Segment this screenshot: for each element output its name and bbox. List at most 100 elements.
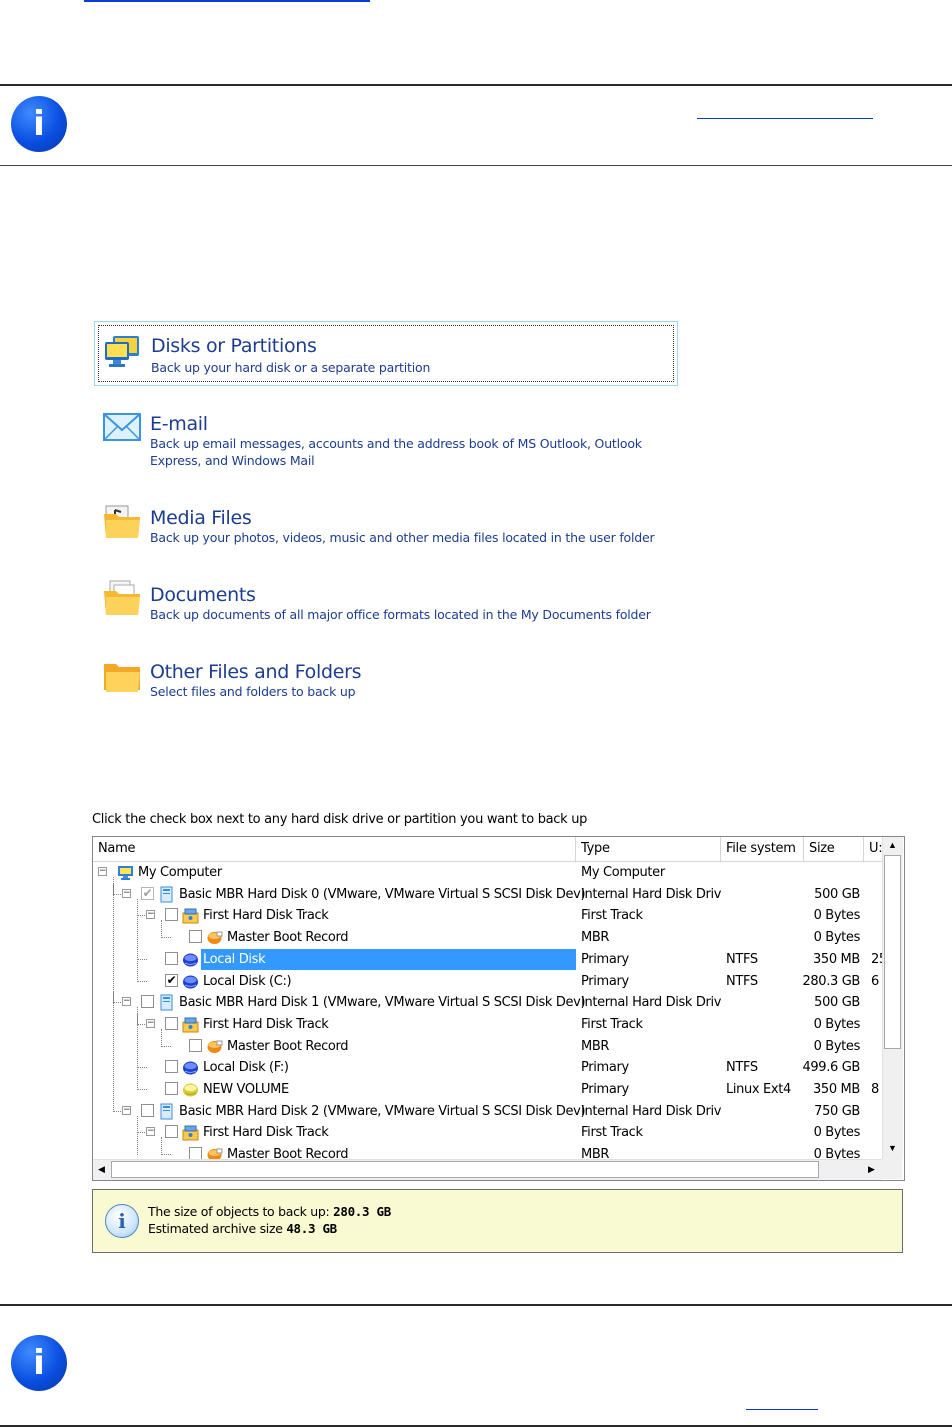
category-other-files-and-folders[interactable]: Other Files and Folders Select files and… bbox=[94, 646, 676, 706]
link-underline[interactable] bbox=[697, 118, 873, 119]
collapse-toggle-icon[interactable]: − bbox=[98, 867, 107, 876]
row-size: 750 GB bbox=[814, 1104, 860, 1119]
ntfs-partition-icon bbox=[182, 1059, 199, 1076]
horizontal-scrollbar[interactable]: ◀ ▶ bbox=[93, 1159, 882, 1180]
collapse-toggle-icon[interactable]: − bbox=[146, 1019, 155, 1028]
documents-folder-icon bbox=[104, 580, 140, 615]
row-name: First Hard Disk Track bbox=[203, 1125, 329, 1140]
collapse-toggle-icon[interactable]: − bbox=[146, 1127, 155, 1136]
tree-row[interactable]: Master Boot Record MBR 0 Bytes bbox=[93, 927, 883, 948]
tree-connector bbox=[137, 1007, 138, 1090]
row-checkbox[interactable] bbox=[165, 952, 178, 965]
column-header-size[interactable]: Size bbox=[804, 837, 864, 861]
category-documents[interactable]: Documents Back up documents of all major… bbox=[94, 569, 676, 629]
category-title: E-mail bbox=[150, 413, 208, 435]
monitor-icon bbox=[105, 336, 139, 367]
collapse-toggle-icon[interactable]: − bbox=[122, 889, 131, 898]
scrollbar-thumb[interactable] bbox=[111, 1161, 819, 1178]
row-type: Internal Hard Disk Drive bbox=[581, 1104, 721, 1119]
tree-row[interactable]: − Basic MBR Hard Disk 2 (VMware, VMware V… bbox=[93, 1101, 883, 1122]
ntfs-partition-icon bbox=[182, 973, 199, 990]
row-size: 0 Bytes bbox=[813, 1125, 860, 1140]
tree-caption: Click the check box next to any hard dis… bbox=[92, 812, 588, 827]
mbr-icon bbox=[206, 1038, 223, 1055]
row-checkbox[interactable] bbox=[189, 1039, 202, 1052]
category-description: Select files and folders to back up bbox=[150, 684, 356, 699]
row-type: Internal Hard Disk Drive bbox=[581, 995, 721, 1010]
scroll-up-arrow-icon[interactable]: ▲ bbox=[884, 837, 901, 854]
category-media-files[interactable]: Media Files Back up your photos, videos,… bbox=[94, 492, 676, 552]
row-size: 280.3 GB bbox=[802, 974, 860, 989]
row-type: Primary bbox=[581, 1082, 629, 1097]
scrollbar-thumb[interactable] bbox=[884, 855, 901, 1049]
link-underline[interactable] bbox=[746, 1409, 818, 1410]
track-icon bbox=[182, 1016, 199, 1033]
column-header-type[interactable]: Type bbox=[576, 837, 721, 861]
info-icon: i bbox=[105, 1204, 139, 1238]
vertical-scrollbar[interactable]: ▲ ▼ bbox=[882, 837, 903, 1159]
row-type: Primary bbox=[581, 952, 629, 967]
row-checkbox[interactable]: ✔ bbox=[141, 887, 154, 900]
row-checkbox[interactable] bbox=[189, 930, 202, 943]
tree-row[interactable]: ✔ Local Disk (C:) Primary NTFS 280.3 GB 6 bbox=[93, 971, 883, 992]
row-checkbox[interactable] bbox=[165, 1060, 178, 1073]
row-checkbox[interactable] bbox=[165, 908, 178, 921]
hard-disk-icon bbox=[158, 886, 175, 903]
category-title: Media Files bbox=[150, 507, 252, 529]
row-type: Primary bbox=[581, 1060, 629, 1075]
row-checkbox[interactable] bbox=[141, 995, 154, 1008]
backup-size-info-box: i The size of objects to back up: 280.3 … bbox=[92, 1189, 903, 1253]
category-e-mail[interactable]: E-mail Back up email messages, accounts … bbox=[94, 398, 676, 478]
row-name: Basic MBR Hard Disk 1 (VMware, VMware Vi… bbox=[179, 995, 586, 1010]
category-disks-or-partitions[interactable]: Disks or Partitions Back up your hard di… bbox=[94, 321, 678, 386]
column-header-name[interactable]: Name bbox=[93, 837, 576, 861]
hard-disk-icon bbox=[158, 994, 175, 1011]
tree-row[interactable]: − First Hard Disk Track First Track 0 Bytes bbox=[93, 905, 883, 926]
disk-tree-grid: Name Type File system Size U: − My Comput… bbox=[92, 836, 905, 1181]
objects-size-label: The size of objects to back up: bbox=[148, 1204, 330, 1219]
row-checkbox[interactable] bbox=[141, 1104, 154, 1117]
tree-row[interactable]: − First Hard Disk Track First Track 0 Bytes bbox=[93, 1014, 883, 1035]
tree-connector bbox=[161, 1029, 162, 1047]
tree-row[interactable]: − Basic MBR Hard Disk 1 (VMware, VMware V… bbox=[93, 992, 883, 1013]
scroll-down-arrow-icon[interactable]: ▼ bbox=[884, 1140, 901, 1157]
row-checkbox[interactable]: ✔ bbox=[165, 974, 178, 987]
scroll-left-arrow-icon[interactable]: ◀ bbox=[93, 1161, 110, 1178]
scroll-right-arrow-icon[interactable]: ▶ bbox=[863, 1161, 880, 1178]
ntfs-partition-icon bbox=[182, 951, 199, 968]
collapse-toggle-icon[interactable]: − bbox=[122, 997, 131, 1006]
row-checkbox[interactable] bbox=[165, 1125, 178, 1138]
row-name: My Computer bbox=[138, 865, 222, 880]
tree-row[interactable]: − My Computer My Computer bbox=[93, 862, 883, 883]
linux-partition-icon bbox=[182, 1081, 199, 1098]
column-header-used[interactable]: U: bbox=[864, 837, 883, 861]
row-name: NEW VOLUME bbox=[203, 1082, 289, 1097]
collapse-toggle-icon[interactable]: − bbox=[122, 1106, 131, 1115]
envelope-icon bbox=[103, 413, 141, 441]
archive-size-line: Estimated archive size 48.3 GB bbox=[148, 1221, 337, 1236]
collapse-toggle-icon[interactable]: − bbox=[146, 910, 155, 919]
tree-row[interactable]: Local DiskPrimaryNTFS350 MB25 bbox=[93, 949, 883, 970]
row-size: 499.6 GB bbox=[802, 1060, 860, 1075]
column-header-file-system[interactable]: File system bbox=[721, 837, 804, 861]
row-checkbox[interactable] bbox=[165, 1017, 178, 1030]
row-size: 350 MB bbox=[813, 1082, 860, 1097]
tree-row[interactable]: NEW VOLUME Primary Linux Ext4 350 MB 8 bbox=[93, 1079, 883, 1100]
category-description: Back up your hard disk or a separate par… bbox=[151, 360, 431, 375]
tree-row[interactable]: − ✔ Basic MBR Hard Disk 0 (VMware, VMware … bbox=[93, 884, 883, 905]
tree-row[interactable]: Master Boot Record MBR 0 Bytes bbox=[93, 1036, 883, 1057]
row-name: Local Disk bbox=[201, 949, 576, 970]
media-folder-icon bbox=[104, 505, 140, 538]
row-type: MBR bbox=[581, 1039, 610, 1054]
tree-row[interactable]: Local Disk (F:) Primary NTFS 499.6 GB bbox=[93, 1057, 883, 1078]
mbr-icon bbox=[206, 929, 223, 946]
tree-connector bbox=[113, 877, 114, 1112]
row-type: First Track bbox=[581, 908, 643, 923]
row-size: 0 Bytes bbox=[813, 908, 860, 923]
row-name: Master Boot Record bbox=[227, 930, 349, 945]
tree-row[interactable]: − First Hard Disk Track First Track 0 Bytes bbox=[93, 1122, 883, 1143]
row-type: First Track bbox=[581, 1125, 643, 1140]
row-name: Master Boot Record bbox=[227, 1039, 349, 1054]
link-underline[interactable] bbox=[84, 0, 370, 2]
row-checkbox[interactable] bbox=[165, 1082, 178, 1095]
